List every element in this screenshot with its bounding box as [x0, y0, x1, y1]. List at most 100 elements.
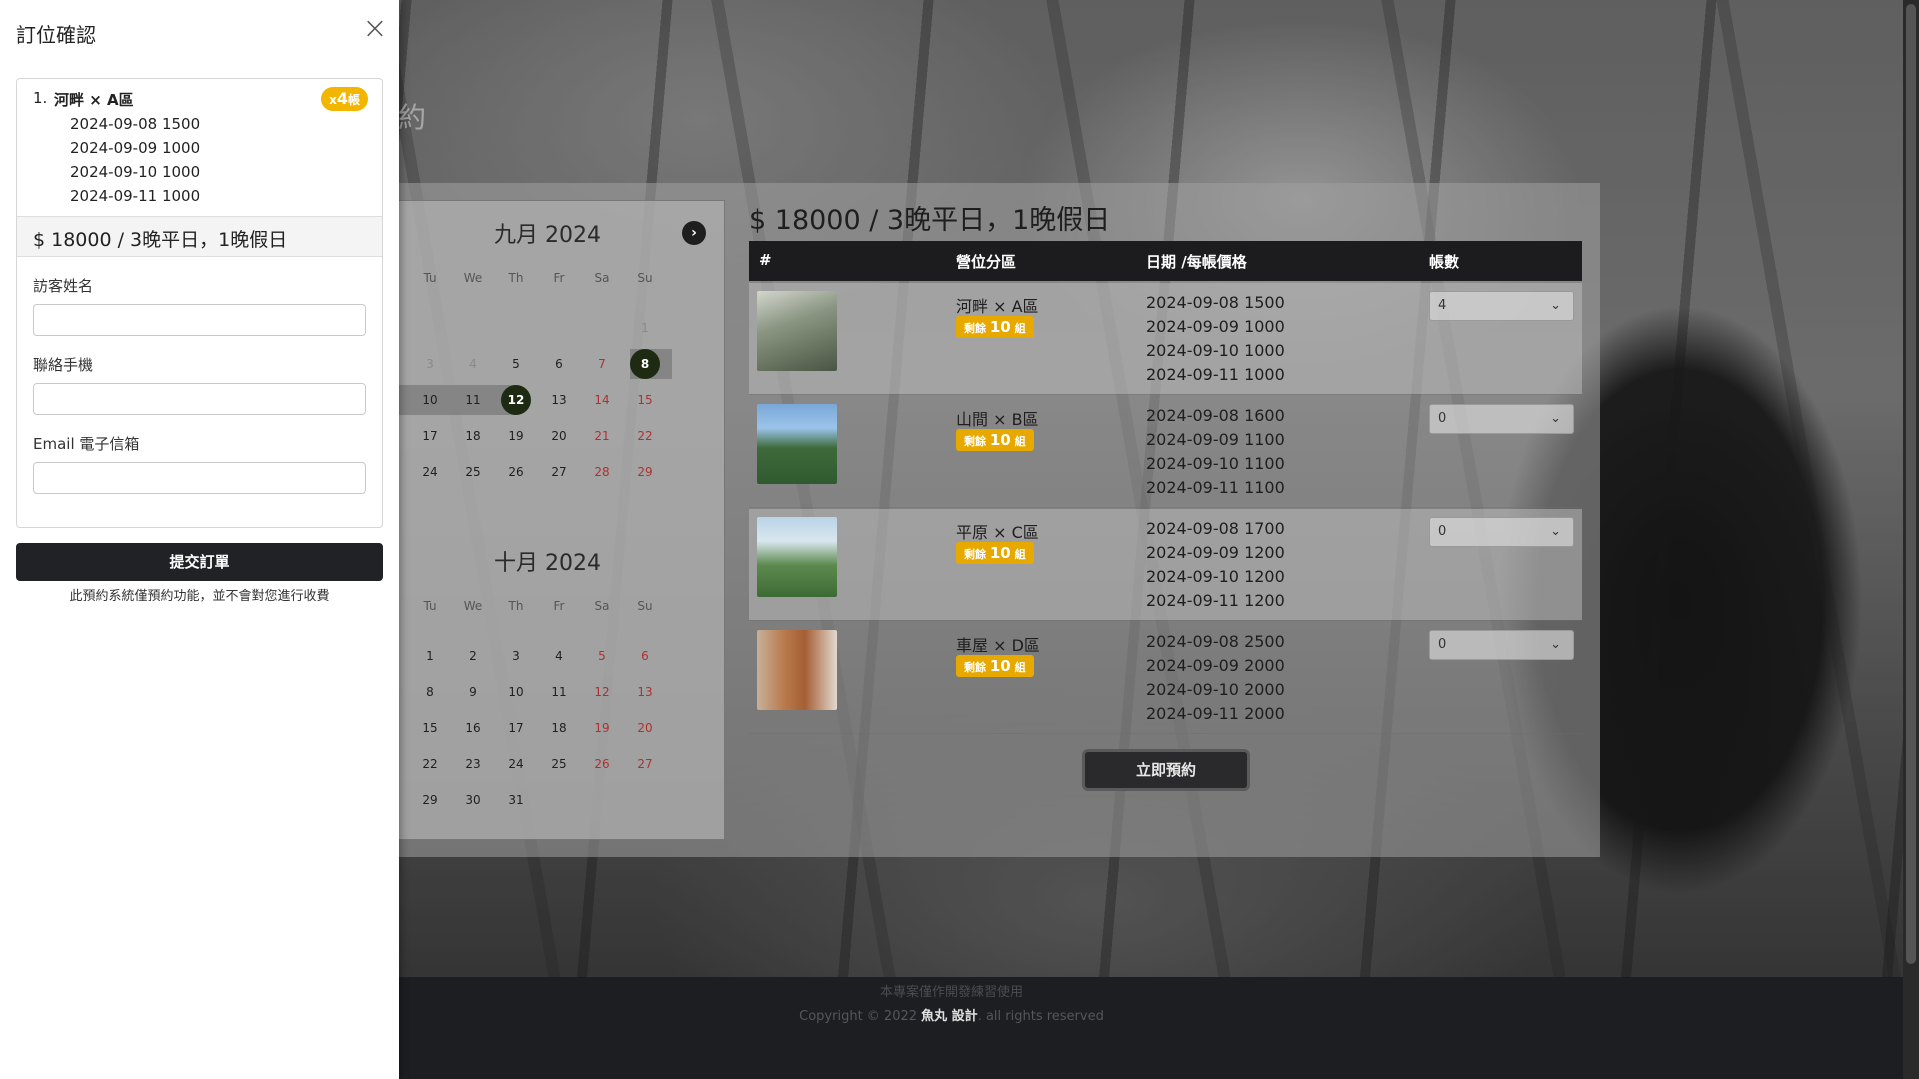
calendar-day[interactable]: 19 — [587, 713, 617, 743]
calendar-day[interactable]: 25 — [458, 457, 488, 487]
calendar-day[interactable]: 29 — [630, 457, 660, 487]
tent-qty-select[interactable]: 0 ⌄ — [1429, 630, 1574, 660]
zone-date: 2024-09-11 1000 — [1146, 365, 1285, 384]
calendar-day[interactable]: 27 — [630, 749, 660, 779]
calendar-day[interactable]: 4 — [458, 349, 488, 379]
chevron-down-icon: ⌄ — [1550, 637, 1561, 652]
chevron-down-icon: ⌄ — [1550, 524, 1561, 539]
calendar-day[interactable]: 3 — [501, 641, 531, 671]
tent-qty-select[interactable]: 4 ⌄ — [1429, 291, 1574, 321]
calendar-day[interactable]: 23 — [458, 749, 488, 779]
zone-date: 2024-09-09 1200 — [1146, 543, 1285, 562]
calendar-day[interactable]: 18 — [544, 713, 574, 743]
zone-date: 2024-09-10 1200 — [1146, 567, 1285, 586]
calendar-day[interactable]: 2 — [458, 641, 488, 671]
calendar-day[interactable]: 15 — [415, 713, 445, 743]
phone-input[interactable] — [33, 383, 366, 415]
calendar-day[interactable]: 11 — [458, 385, 488, 415]
calendar-month-title: 十月 2024 — [494, 551, 601, 576]
order-dates: 2024-09-08 1500 2024-09-09 1000 2024-09-… — [70, 112, 200, 208]
name-input[interactable] — [33, 304, 366, 336]
submit-order-button[interactable]: 提交訂單 — [16, 543, 383, 581]
calendar-day[interactable]: 14 — [587, 385, 617, 415]
calendar-day[interactable]: 22 — [415, 749, 445, 779]
calendar-day[interactable]: 8 — [630, 349, 660, 379]
calendar-month-title: 九月 2024 — [494, 223, 601, 248]
calendar-day[interactable]: 10 — [415, 385, 445, 415]
calendar-day[interactable]: 19 — [501, 421, 531, 451]
remain-prefix: 剩餘 — [964, 322, 986, 335]
calendar-day[interactable]: 15 — [630, 385, 660, 415]
calendar-day[interactable]: 12 — [501, 385, 531, 415]
calendar-day[interactable]: 7 — [587, 349, 617, 379]
calendar-day[interactable]: 18 — [458, 421, 488, 451]
remain-suffix: 組 — [1014, 435, 1026, 448]
calendar-day[interactable]: 8 — [415, 677, 445, 707]
table-row: 山間 × B區 剩餘 10 組 2024-09-08 1600 2024-09-09 … — [749, 396, 1582, 507]
order-date: 2024-09-08 1500 — [70, 115, 201, 133]
calendar-day[interactable]: 3 — [415, 349, 445, 379]
calendar-day[interactable]: 4 — [544, 641, 574, 671]
calendar-day[interactable]: 29 — [415, 785, 445, 815]
calendar-day[interactable]: 24 — [415, 457, 445, 487]
column-qty: 帳數 — [1429, 253, 1460, 271]
calendar-day[interactable]: 9 — [458, 677, 488, 707]
zone-date: 2024-09-11 1100 — [1146, 478, 1285, 497]
calendar-day[interactable]: 6 — [630, 641, 660, 671]
calendar-day[interactable]: 31 — [501, 785, 531, 815]
calendar-weekday: Fr — [553, 599, 565, 613]
calendar-day[interactable]: 17 — [415, 421, 445, 451]
tent-qty-select[interactable]: 0 ⌄ — [1429, 517, 1574, 547]
order-card: 1. 河畔 × A區 x4帳 2024-09-08 1500 2024-09-0… — [16, 78, 383, 528]
row-divider — [749, 507, 1582, 508]
calendar-day[interactable]: 6 — [544, 349, 574, 379]
calendar-day[interactable]: 30 — [458, 785, 488, 815]
calendar-day[interactable]: 17 — [501, 713, 531, 743]
calendar-day[interactable]: 13 — [544, 385, 574, 415]
calendar-day[interactable]: 28 — [587, 457, 617, 487]
remaining-badge: 剩餘 10 組 — [956, 316, 1034, 338]
calendar-day[interactable]: 22 — [630, 421, 660, 451]
calendar-day[interactable]: 1 — [415, 641, 445, 671]
calendar-day[interactable]: 1 — [630, 313, 660, 343]
book-now-button[interactable]: 立即預約 — [1082, 749, 1250, 791]
zone-date: 2024-09-10 2000 — [1146, 680, 1285, 699]
calendar-weekday: Tu — [423, 271, 437, 285]
zone-date: 2024-09-08 1500 — [1146, 293, 1285, 312]
qty-value: 4 — [336, 89, 348, 108]
chevron-down-icon: ⌄ — [1550, 411, 1561, 426]
zone-name: 車屋 × D區 — [956, 636, 1040, 655]
calendar-day[interactable]: 27 — [544, 457, 574, 487]
tent-qty-select[interactable]: 0 ⌄ — [1429, 404, 1574, 434]
table-row: 河畔 × A區 剩餘 10 組 2024-09-08 1500 2024-09-09 … — [749, 283, 1582, 394]
order-drawer: 訂位確認 × 1. 河畔 × A區 x4帳 2024-09-08 1500 20… — [0, 0, 399, 1079]
calendar-day[interactable]: 16 — [458, 713, 488, 743]
copyright-suffix: . all rights reserved — [977, 1009, 1104, 1024]
row-divider — [749, 394, 1582, 395]
calendar-day[interactable]: 20 — [630, 713, 660, 743]
calendar-day[interactable]: 5 — [587, 641, 617, 671]
calendar-day[interactable]: 26 — [501, 457, 531, 487]
zone-dates: 2024-09-08 1700 2024-09-09 1200 2024-09-10… — [1146, 517, 1285, 613]
calendar-day[interactable]: 11 — [544, 677, 574, 707]
email-input[interactable] — [33, 462, 366, 494]
zone-date: 2024-09-11 2000 — [1146, 704, 1285, 723]
tent-qty-value: 0 — [1438, 411, 1447, 426]
calendar-day[interactable]: 5 — [501, 349, 531, 379]
calendar-day[interactable]: 12 — [587, 677, 617, 707]
calendar-day[interactable]: 10 — [501, 677, 531, 707]
calendar-day[interactable]: 13 — [630, 677, 660, 707]
calendar-day[interactable]: 21 — [587, 421, 617, 451]
calendar-day[interactable]: 20 — [544, 421, 574, 451]
calendar-weekday: We — [463, 599, 483, 613]
calendar-day[interactable]: 26 — [587, 749, 617, 779]
scrollbar-thumb[interactable] — [1906, 4, 1916, 964]
calendar-day[interactable]: 25 — [544, 749, 574, 779]
calendar-weekday: Su — [637, 599, 653, 613]
calendar-weekday: Th — [508, 271, 524, 285]
close-icon[interactable]: × — [362, 14, 388, 44]
zone-date: 2024-09-08 2500 — [1146, 632, 1285, 651]
brand-link[interactable]: 魚丸 設計 — [921, 1009, 978, 1024]
remain-suffix: 組 — [1014, 661, 1026, 674]
calendar-day[interactable]: 24 — [501, 749, 531, 779]
